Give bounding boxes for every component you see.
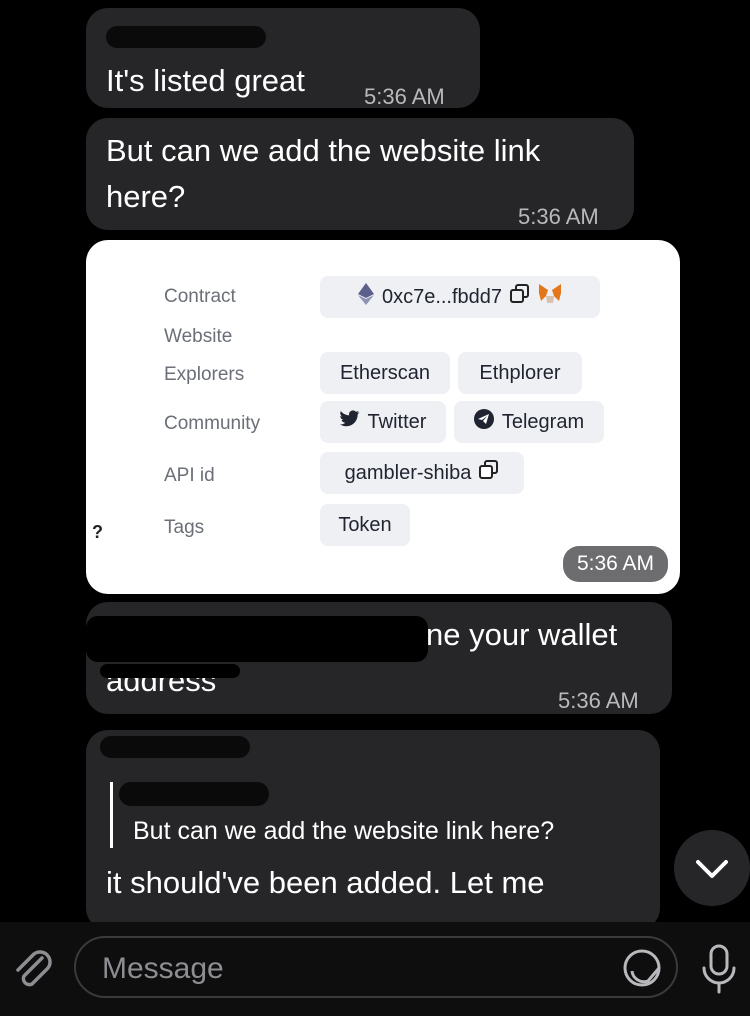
api-id-chip[interactable]: gambler-shiba bbox=[320, 452, 524, 494]
community-chip-twitter[interactable]: Twitter bbox=[320, 401, 446, 443]
twitter-icon bbox=[339, 410, 360, 434]
message-bubble[interactable]: It's listed great 5:36 AM bbox=[86, 8, 480, 109]
message-time: 5:36 AM bbox=[518, 204, 599, 229]
community-chip-telegram[interactable]: Telegram bbox=[454, 401, 604, 443]
message-time: 5:36 AM bbox=[364, 84, 445, 109]
row-label-explorers: Explorers bbox=[164, 364, 245, 385]
redacted-sender-name bbox=[106, 26, 266, 48]
message-placeholder: Message bbox=[102, 952, 224, 985]
explorer-chip-etherscan[interactable]: Etherscan bbox=[320, 352, 450, 394]
metamask-icon bbox=[538, 283, 562, 311]
copy-icon bbox=[479, 460, 499, 486]
message-bubble[interactable]: But can we add the website link here? 5:… bbox=[86, 118, 634, 230]
row-label-api-id: API id bbox=[164, 465, 215, 486]
redacted-quoted-sender bbox=[119, 782, 269, 806]
side-question-mark: ? bbox=[92, 522, 103, 542]
twitter-label: Twitter bbox=[367, 410, 427, 433]
sticker-icon[interactable] bbox=[620, 946, 664, 998]
message-bubble[interactable]: ne your wallet address 5:36 AM bbox=[86, 602, 672, 714]
message-text: it should've been added. Let me bbox=[106, 865, 545, 900]
microphone-icon[interactable] bbox=[696, 940, 742, 1001]
row-label-tags: Tags bbox=[164, 517, 205, 538]
row-label-contract: Contract bbox=[164, 286, 236, 307]
explorer-chip-ethplorer[interactable]: Ethplorer bbox=[458, 352, 582, 394]
row-label-community: Community bbox=[164, 413, 261, 434]
ethereum-icon bbox=[357, 283, 374, 311]
row-label-website: Website bbox=[164, 326, 233, 347]
redacted-message-text bbox=[100, 664, 240, 678]
copy-icon bbox=[510, 284, 530, 310]
screenshot-image-message[interactable]: Contract Website Explorers Community API… bbox=[86, 240, 680, 594]
message-text-visible-end: ne your wallet bbox=[426, 617, 618, 652]
contract-chip: 0xc7e...fbdd7 bbox=[320, 276, 600, 318]
message-time: 5:36 AM bbox=[558, 688, 639, 713]
scroll-to-bottom-button[interactable] bbox=[674, 830, 750, 906]
tag-chip[interactable]: Token bbox=[320, 504, 410, 546]
message-input[interactable]: Message bbox=[74, 936, 678, 998]
reply-quote[interactable]: But can we add the website link here? bbox=[110, 782, 653, 848]
paperclip-icon[interactable] bbox=[8, 944, 58, 999]
chevron-down-icon bbox=[674, 860, 750, 910]
telegram-label: Telegram bbox=[501, 410, 585, 433]
redacted-message-text bbox=[86, 616, 428, 662]
image-time: 5:36 AM bbox=[562, 546, 668, 582]
api-id-value: gambler-shiba bbox=[344, 461, 472, 484]
reply-quote-text: But can we add the website link here? bbox=[133, 817, 555, 845]
telegram-icon bbox=[473, 409, 494, 435]
contract-address: 0xc7e...fbdd7 bbox=[381, 285, 503, 308]
message-text: It's listed great bbox=[106, 63, 305, 98]
redacted-sender-name bbox=[100, 736, 250, 758]
message-bubble[interactable]: But can we add the website link here? it… bbox=[86, 730, 660, 930]
